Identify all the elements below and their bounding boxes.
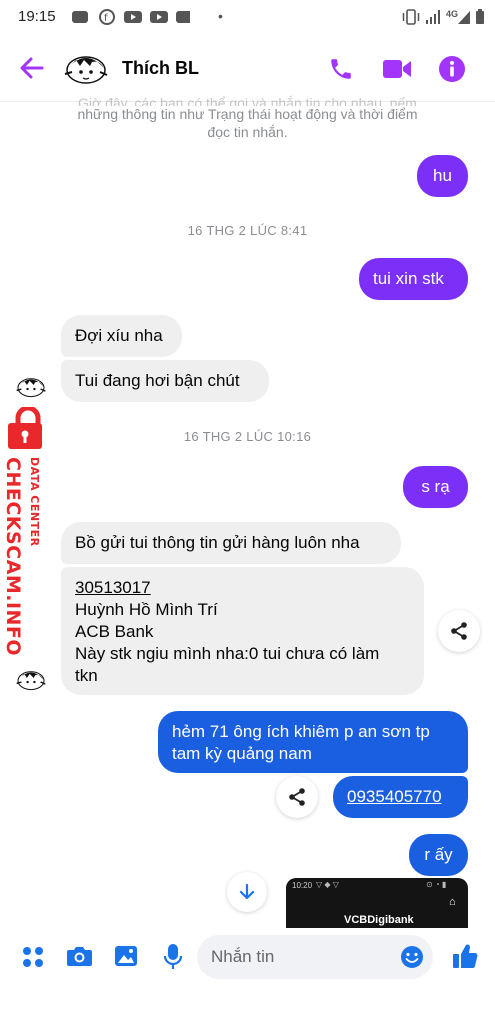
arrow-left-icon[interactable] (18, 54, 46, 82)
preview-brand: VCBDigibank (344, 914, 414, 926)
chat-header: Thích BL (0, 36, 495, 102)
preview-system-icons: ⊙ ◔ ▮ (426, 880, 447, 889)
message-composer: Nhắn tin (0, 928, 495, 986)
message-outgoing[interactable]: hu (417, 155, 468, 197)
status-bar: 19:15 f • 4G (0, 0, 495, 36)
preview-time: 10:20 (292, 881, 313, 890)
message-input-placeholder: Nhắn tin (211, 947, 275, 966)
message-incoming[interactable]: Đợi xíu nha (61, 315, 182, 357)
message-incoming[interactable]: Tui đang hơi bận chút (61, 360, 269, 402)
bank-note-line1: Này stk ngiu mình nha:0 tui chưa có làm (75, 644, 380, 663)
avatar[interactable] (62, 50, 110, 88)
vibrate-icon (402, 9, 420, 25)
network-type: 4G (446, 9, 459, 19)
image-attachment[interactable]: 10:20 ▽ ◆ ▽ ⊙ ◔ ▮ ⌂ VCBDigibank (286, 878, 468, 928)
message-outgoing[interactable]: s rạ (403, 466, 468, 508)
watermark-sub: DATA CENTER (28, 457, 41, 547)
scroll-down-button[interactable] (227, 872, 267, 912)
menu-dots-icon[interactable] (21, 945, 45, 969)
account-name: Huỳnh Hồ Mình Trí (75, 600, 218, 619)
info-icon[interactable] (438, 55, 466, 83)
emoji-icon[interactable] (400, 945, 424, 969)
system-nav-bar (0, 986, 495, 1024)
bank-note-line2: tkn (75, 666, 98, 685)
contact-name[interactable]: Thích BL (122, 58, 199, 79)
message-outgoing[interactable]: tui xin stk (359, 258, 468, 300)
timestamp: 16 THG 2 LÚC 10:16 (183, 429, 312, 444)
system-notice-line3: đọc tin nhắn. (207, 124, 288, 140)
dot-icon: • (218, 8, 223, 24)
message-outgoing-address[interactable]: hẻm 71 ông ích khiêm p an sơn tp tam kỳ … (158, 711, 468, 773)
timestamp: 16 THG 2 LÚC 8:41 (187, 223, 308, 238)
sender-avatar[interactable] (14, 374, 48, 400)
video-camera-icon[interactable] (381, 56, 413, 82)
bank-name: ACB Bank (75, 622, 154, 641)
message-bank-info[interactable]: 30513017 Huỳnh Hồ Mình Trí ACB Bank Này … (61, 567, 424, 695)
address-line2: tam kỳ quảng nam (172, 744, 312, 763)
camera-icon[interactable] (66, 944, 93, 968)
image-icon[interactable] (114, 944, 138, 968)
notification-icons: f (72, 9, 190, 25)
sender-avatar[interactable] (14, 667, 48, 693)
phone-number-link[interactable]: 0935405770 (333, 776, 468, 818)
message-outgoing[interactable]: r ấy (409, 834, 468, 876)
share-button[interactable] (276, 776, 318, 818)
status-time: 19:15 (18, 8, 56, 25)
message-input[interactable]: Nhắn tin (197, 935, 433, 979)
thumbs-up-icon[interactable] (452, 942, 478, 970)
watermark: CHECKSCAM.INFO DATA CENTER (0, 405, 60, 657)
battery-icon (476, 9, 484, 24)
svg-text:f: f (104, 13, 108, 24)
account-number-link[interactable]: 30513017 (75, 577, 410, 599)
message-incoming[interactable]: Bồ gửi tui thông tin gửi hàng luôn nha (61, 522, 401, 564)
home-icon: ⌂ (449, 896, 456, 908)
lock-icon (8, 407, 42, 449)
share-icon (289, 788, 305, 806)
address-line1: hẻm 71 ông ích khiêm p an sơn tp (172, 722, 430, 741)
signal-icon (426, 10, 440, 24)
microphone-icon[interactable] (162, 943, 184, 971)
share-button[interactable] (438, 610, 480, 652)
share-icon (451, 622, 467, 640)
arrow-down-icon (239, 883, 255, 900)
signal-icon-2 (458, 11, 470, 24)
preview-status-icons: ▽ ◆ ▽ (316, 880, 339, 889)
watermark-main: CHECKSCAM.INFO (2, 457, 24, 657)
phone-icon[interactable] (328, 56, 354, 82)
system-notice-line2: những thông tin như Trạng thái hoạt động… (77, 106, 418, 122)
